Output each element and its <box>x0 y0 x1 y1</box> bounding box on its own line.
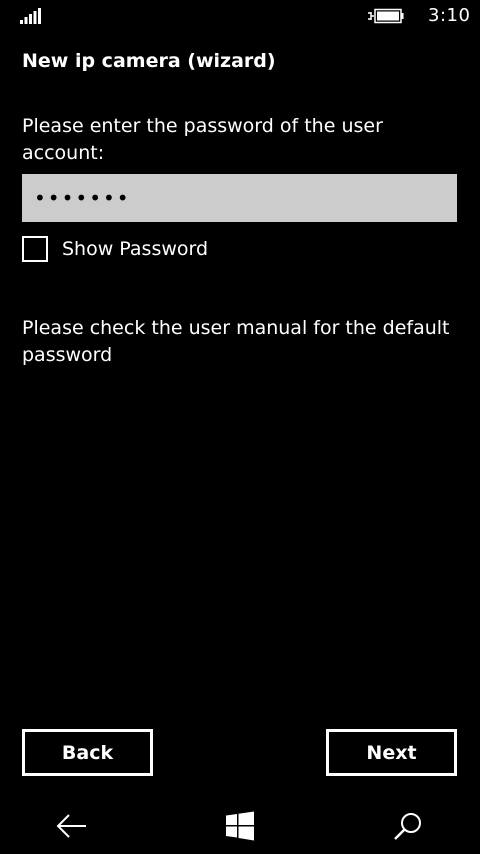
password-prompt: Please enter the password of the user ac… <box>22 115 383 164</box>
search-icon <box>394 813 421 840</box>
default-password-hint: Please check the user manual for the def… <box>22 317 450 366</box>
navigation-bar <box>0 798 480 854</box>
nav-home-button[interactable] <box>200 798 280 854</box>
signal-bars-icon <box>20 8 41 24</box>
nav-back-button[interactable] <box>32 798 112 854</box>
clock: 3:10 <box>428 5 471 26</box>
nav-search-button[interactable] <box>368 798 448 854</box>
windows-logo-icon <box>226 811 254 841</box>
arrow-left-icon <box>56 814 86 838</box>
page-title: New ip camera (wizard) <box>22 50 276 72</box>
password-field[interactable] <box>22 174 457 222</box>
status-bar: 3:10 <box>0 0 480 34</box>
show-password-checkbox[interactable] <box>22 236 48 262</box>
show-password-label: Show Password <box>62 238 209 260</box>
show-password-toggle[interactable]: Show Password <box>22 233 208 265</box>
next-button[interactable]: Next <box>326 729 457 776</box>
back-button[interactable]: Back <box>22 729 153 776</box>
battery-charging-icon <box>368 8 404 24</box>
